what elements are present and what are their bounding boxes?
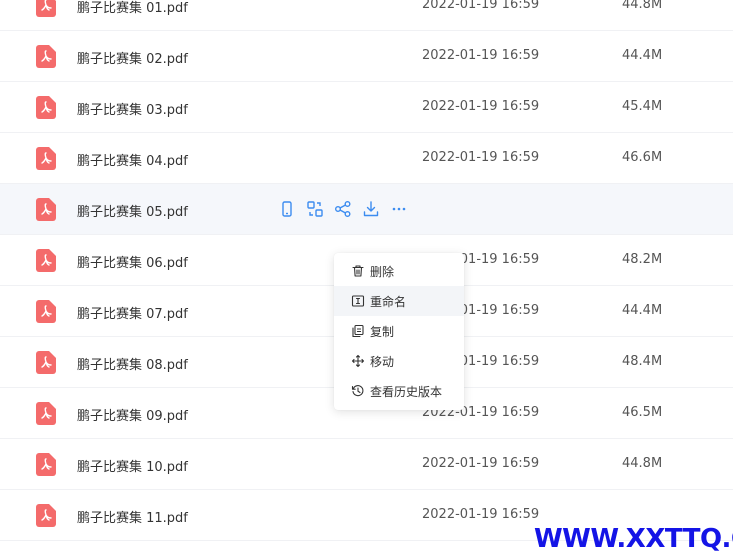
history-icon — [351, 384, 365, 398]
more-icon[interactable] — [390, 200, 408, 218]
menu-item-move[interactable]: 移动 — [334, 346, 464, 376]
file-date: 2022-01-19 16:59 — [422, 0, 540, 12]
file-date: 2022-01-19 16:59 — [422, 99, 540, 114]
pdf-file-icon — [36, 504, 56, 527]
menu-item-label: 移动 — [370, 355, 395, 369]
file-row[interactable]: 鹏子比赛集 10.pdf 2022-01-19 16:59 44.8M — [0, 439, 733, 490]
pdf-file-icon — [36, 249, 56, 272]
pdf-file-icon — [36, 453, 56, 476]
pdf-file-icon — [36, 0, 56, 17]
file-size: 44.4M — [622, 303, 663, 318]
copy-icon — [351, 324, 365, 338]
share-icon[interactable] — [334, 200, 352, 218]
file-size: 45.4M — [622, 99, 663, 114]
menu-item-history[interactable]: 查看历史版本 — [334, 376, 464, 406]
file-row[interactable]: 鹏子比赛集 04.pdf 2022-01-19 16:59 46.6M — [0, 133, 733, 184]
file-row[interactable]: 鹏子比赛集 03.pdf 2022-01-19 16:59 45.4M — [0, 82, 733, 133]
file-row[interactable]: 鹏子比赛集 01.pdf 2022-01-19 16:59 44.8M — [0, 0, 733, 31]
menu-item-label: 删除 — [370, 265, 395, 279]
download-icon[interactable] — [362, 200, 380, 218]
file-name[interactable]: 鹏子比赛集 09.pdf — [77, 405, 188, 424]
menu-item-label: 查看历史版本 — [370, 385, 443, 399]
file-name[interactable]: 鹏子比赛集 10.pdf — [77, 456, 188, 475]
file-name[interactable]: 鹏子比赛集 03.pdf — [77, 99, 188, 118]
move-icon — [351, 354, 365, 368]
menu-item-label: 复制 — [370, 325, 395, 339]
file-name[interactable]: 鹏子比赛集 04.pdf — [77, 150, 188, 169]
context-menu: 删除 重命名 复制 移动 查看历史版本 — [334, 253, 464, 410]
file-size: 44.8M — [622, 0, 663, 12]
file-name[interactable]: 鹏子比赛集 11.pdf — [77, 507, 188, 526]
phone-icon[interactable] — [278, 200, 296, 218]
file-name[interactable]: 鹏子比赛集 06.pdf — [77, 252, 188, 271]
file-name[interactable]: 鹏子比赛集 01.pdf — [77, 0, 188, 16]
file-date: 2022-01-19 16:59 — [422, 48, 540, 63]
convert-icon[interactable] — [306, 200, 324, 218]
pdf-file-icon — [36, 198, 56, 221]
file-date: 2022-01-19 16:59 — [422, 456, 540, 471]
file-size: 44.4M — [622, 48, 663, 63]
pdf-file-icon — [36, 351, 56, 374]
pdf-file-icon — [36, 147, 56, 170]
file-name[interactable]: 鹏子比赛集 07.pdf — [77, 303, 188, 322]
file-name[interactable]: 鹏子比赛集 02.pdf — [77, 48, 188, 67]
watermark-text: WWW.XXTTQ.COM — [534, 524, 733, 554]
rename-icon — [351, 294, 365, 308]
file-size: 48.2M — [622, 252, 663, 267]
file-manager: 鹏子比赛集 01.pdf 2022-01-19 16:59 44.8M 鹏子比赛… — [0, 0, 733, 559]
file-row[interactable]: 鹏子比赛集 02.pdf 2022-01-19 16:59 44.4M — [0, 31, 733, 82]
trash-icon — [351, 264, 365, 278]
pdf-file-icon — [36, 45, 56, 68]
menu-item-delete[interactable]: 删除 — [334, 256, 464, 286]
file-date: 2022-01-19 16:59 — [422, 507, 540, 522]
file-size: 48.4M — [622, 354, 663, 369]
pdf-file-icon — [36, 96, 56, 119]
menu-item-rename[interactable]: 重命名 — [334, 286, 464, 316]
file-size: 46.5M — [622, 405, 663, 420]
file-size: 44.8M — [622, 456, 663, 471]
menu-item-label: 重命名 — [370, 295, 407, 309]
file-size: 46.6M — [622, 150, 663, 165]
pdf-file-icon — [36, 300, 56, 323]
file-name[interactable]: 鹏子比赛集 05.pdf — [77, 201, 188, 220]
file-row-hovered[interactable]: 鹏子比赛集 05.pdf — [0, 184, 733, 235]
file-name[interactable]: 鹏子比赛集 08.pdf — [77, 354, 188, 373]
pdf-file-icon — [36, 402, 56, 425]
menu-item-copy[interactable]: 复制 — [334, 316, 464, 346]
file-date: 2022-01-19 16:59 — [422, 150, 540, 165]
